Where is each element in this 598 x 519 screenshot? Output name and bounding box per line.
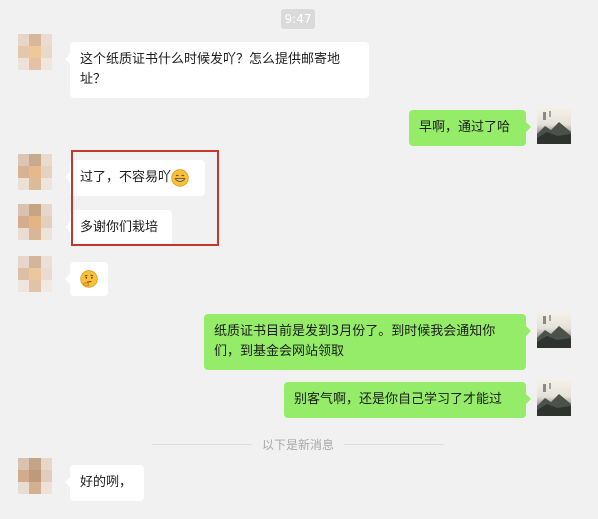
contact-avatar[interactable] [18, 154, 52, 190]
user-avatar[interactable] [537, 380, 571, 416]
message-text: 这个纸质证书什么时候发吖？怎么提供邮寄地址？ [80, 52, 341, 87]
landscape-icon [537, 383, 571, 416]
emoji-message-bubble[interactable] [65, 262, 108, 296]
user-avatar[interactable] [537, 312, 571, 348]
new-messages-divider: 以下是新消息 [152, 434, 445, 454]
message-text: 好的咧， [80, 475, 133, 490]
highlight-annotation [71, 150, 219, 246]
contact-avatar[interactable] [18, 34, 52, 70]
landscape-icon [537, 315, 571, 348]
message-bubble[interactable]: 早啊，通过了哈 [409, 110, 531, 146]
divider-text: 以下是新消息 [262, 437, 335, 452]
contact-avatar[interactable] [18, 204, 52, 240]
message-bubble[interactable]: 纸质证书目前是发到3月份了。到时候我会通知你们，到基金会网站领取 [204, 314, 531, 370]
divider-line [344, 443, 445, 445]
contact-avatar[interactable] [18, 458, 52, 494]
user-avatar[interactable] [537, 108, 571, 144]
landscape-icon [537, 111, 571, 144]
contact-avatar[interactable] [18, 256, 52, 292]
timestamp: 9:47 [281, 9, 315, 29]
message-bubble[interactable]: 这个纸质证书什么时候发吖？怎么提供邮寄地址？ [65, 42, 369, 98]
message-text: 纸质证书目前是发到3月份了。到时候我会通知你们，到基金会网站领取 [214, 324, 496, 359]
message-text: 早啊，通过了哈 [419, 120, 511, 135]
message-bubble[interactable]: 别客气啊，还是你自己学习了才能过 [284, 382, 531, 418]
message-bubble[interactable]: 好的咧， [65, 465, 144, 501]
thinking-face-icon [80, 269, 98, 288]
divider-line [152, 443, 252, 445]
message-text: 别客气啊，还是你自己学习了才能过 [294, 392, 503, 407]
